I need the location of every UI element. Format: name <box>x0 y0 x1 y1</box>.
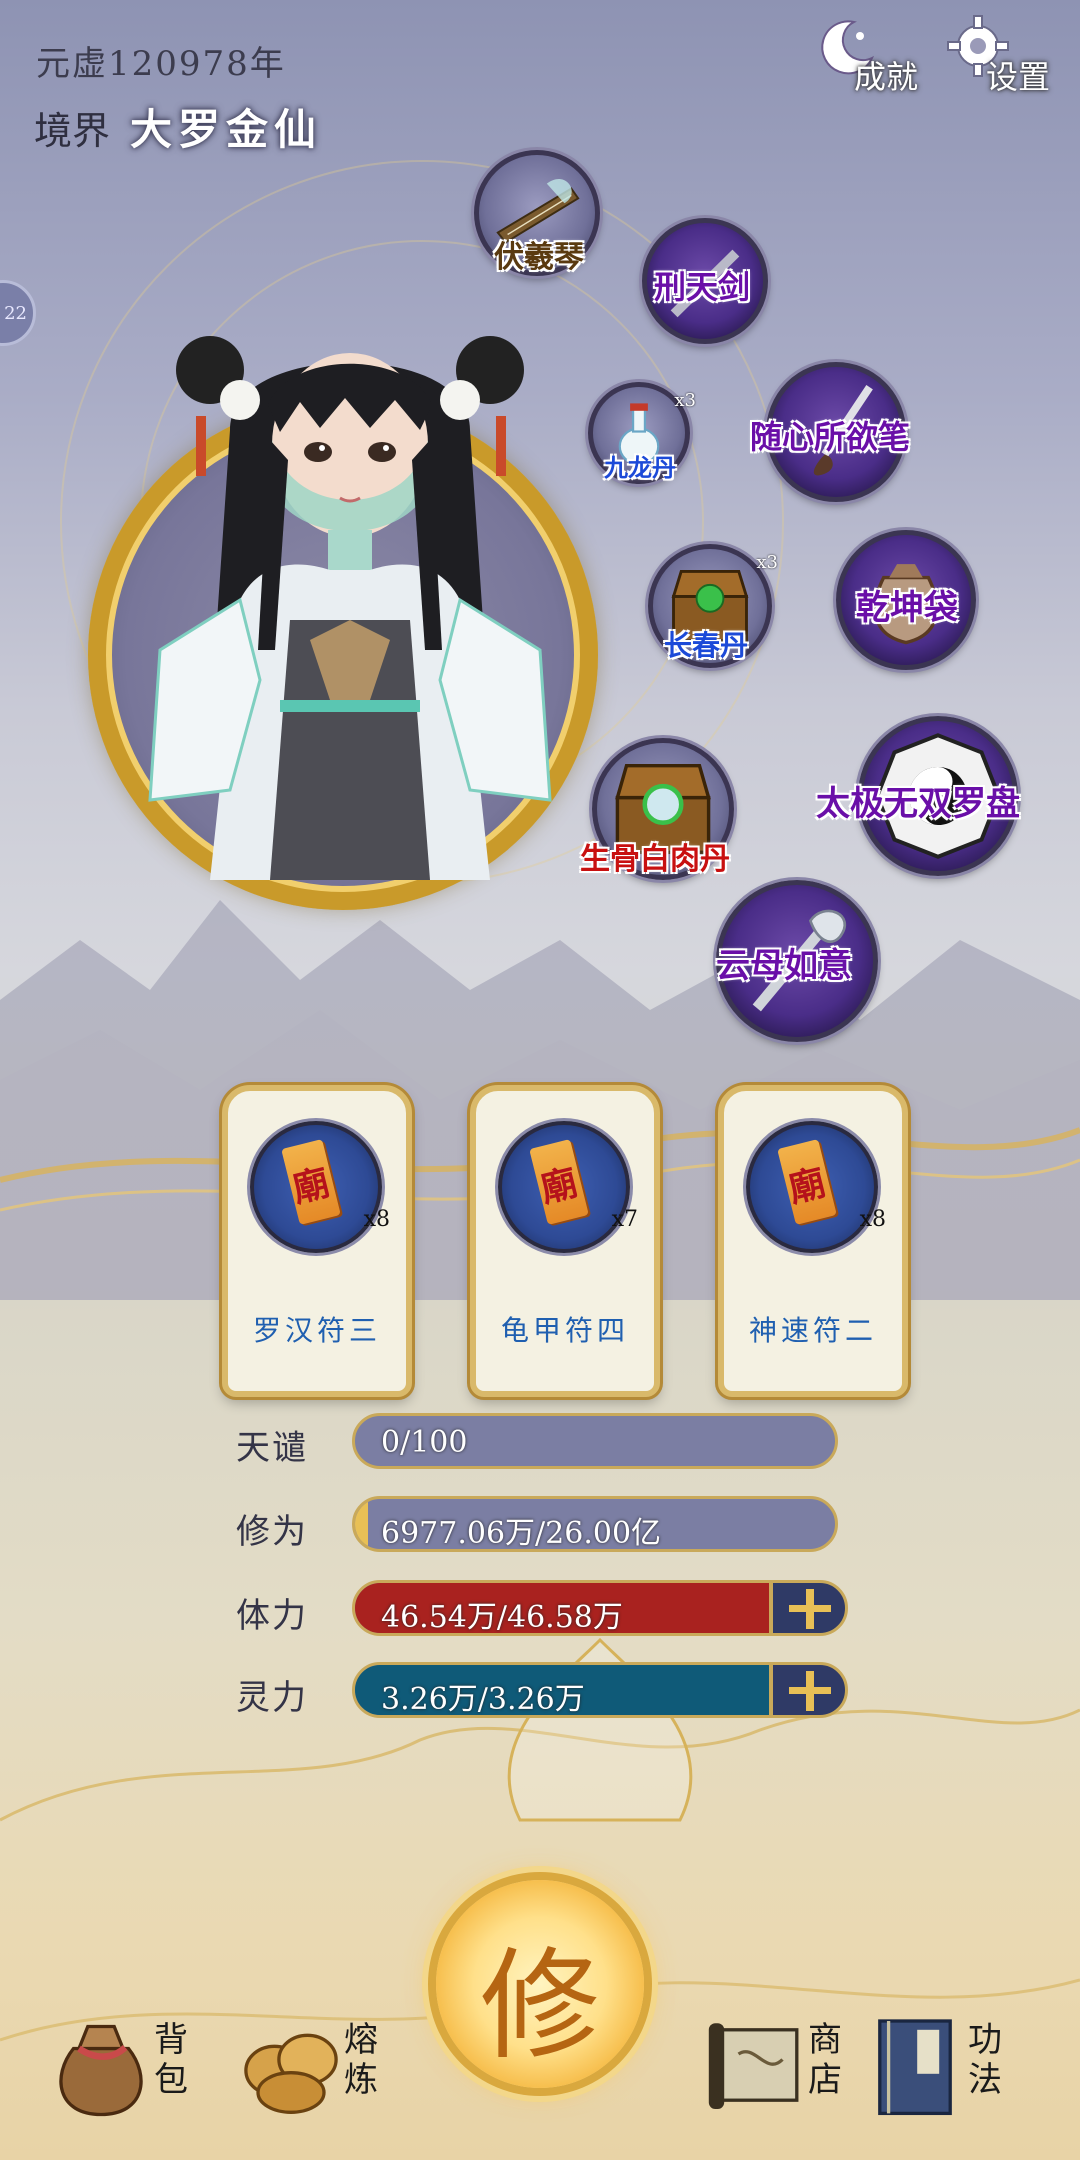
talisman-qty: x8 <box>859 1207 886 1232</box>
shop-nav-button[interactable]: 商店 <box>700 2000 870 2120</box>
item-fuxi-qin[interactable]: 伏羲琴 <box>474 150 600 276</box>
item-qty: x3 <box>674 390 696 411</box>
stat-label-stamina: 体力 <box>236 1596 308 1636</box>
side-level-badge[interactable]: 22 <box>0 280 36 346</box>
item-taiji-compass[interactable]: 太极无双罗盘 <box>816 716 1020 876</box>
stat-label-heaven-punishment: 天谴 <box>236 1428 308 1468</box>
talisman-name: 龟甲符四 <box>500 1314 629 1347</box>
stat-value: 3.26万/3.26万 <box>381 1682 585 1717</box>
book-icon <box>878 2019 952 2116</box>
item-changchun-dan[interactable]: x3 长春丹 <box>648 544 778 668</box>
cultivation-bar: 6977.06万/26.00亿 <box>352 1496 838 1552</box>
item-shenggu-dan[interactable]: 生骨白肉丹 <box>580 738 734 880</box>
settings-button[interactable]: 设置 <box>946 14 1066 96</box>
bag-icon <box>59 2024 143 2117</box>
bag-label: 背包 <box>154 2020 188 2100</box>
settings-label: 设置 <box>986 58 1051 96</box>
stat-value: 6977.06万/26.00亿 <box>381 1516 662 1551</box>
item-name: 生骨白肉丹 <box>580 842 730 877</box>
stat-value: 46.54万/46.58万 <box>381 1600 623 1635</box>
item-xingtian-sword[interactable]: 刑天剑 <box>642 218 768 344</box>
talisman-card[interactable]: x8 罗汉符三 <box>222 1085 412 1397</box>
heaven-punishment-bar: 0/100 <box>352 1413 838 1469</box>
stamina-bar: 46.54万/46.58万 <box>352 1580 772 1636</box>
shop-label: 商店 <box>808 2020 842 2100</box>
add-stamina-button[interactable] <box>770 1580 848 1636</box>
item-name: 刑天剑 <box>654 268 751 306</box>
stat-label-spirit: 灵力 <box>236 1678 308 1718</box>
item-name: 云母如意 <box>716 946 852 986</box>
item-name: 伏羲琴 <box>494 240 584 275</box>
cultivate-button[interactable]: 修 <box>436 1880 644 2088</box>
bag-nav-button[interactable]: 背包 <box>46 2000 216 2120</box>
scroll-map-icon <box>708 2023 799 2109</box>
skills-nav-button[interactable]: 功法 <box>860 2000 1030 2120</box>
item-suixin-brush[interactable]: 随心所欲笔 <box>750 362 910 502</box>
item-name: 太极无双罗盘 <box>816 784 1020 824</box>
realm-label: 境界 <box>34 109 111 153</box>
item-qiankun-bag[interactable]: 乾坤袋 <box>836 530 976 670</box>
talisman-qty: x7 <box>611 1207 638 1232</box>
stat-label-cultivation: 修为 <box>236 1512 308 1552</box>
avatar-character <box>148 336 552 880</box>
ingots-icon <box>244 2033 338 2114</box>
realm-value: 大罗金仙 <box>130 105 323 154</box>
item-yunmu-ruyi[interactable]: 云母如意 <box>716 880 878 1042</box>
item-name: 随心所欲笔 <box>750 418 911 456</box>
cultivate-label: 修 <box>480 1937 600 2076</box>
stat-value: 0/100 <box>381 1425 468 1460</box>
item-name: 九龙丹 <box>604 453 676 482</box>
talisman-qty: x8 <box>363 1207 390 1232</box>
achievements-button[interactable]: 成就 <box>814 14 934 96</box>
talisman-card[interactable]: x8 神速符二 <box>718 1085 908 1397</box>
smelt-label: 熔炼 <box>344 2020 378 2100</box>
spirit-bar: 3.26万/3.26万 <box>352 1662 772 1718</box>
add-spirit-button[interactable] <box>770 1662 848 1718</box>
talisman-name: 神速符二 <box>748 1314 877 1347</box>
talisman-card[interactable]: x7 龟甲符四 <box>470 1085 660 1397</box>
smelt-nav-button[interactable]: 熔炼 <box>236 2000 406 2120</box>
world-year: 元虚120978年 <box>36 44 286 84</box>
item-jiulong-dan[interactable]: x3 九龙丹 <box>588 382 696 484</box>
item-qty: x3 <box>756 552 778 573</box>
achievements-label: 成就 <box>854 58 919 96</box>
talisman-name: 罗汉符三 <box>252 1314 381 1347</box>
item-name: 乾坤袋 <box>856 588 958 628</box>
skills-label: 功法 <box>968 2020 1002 2100</box>
item-name: 长春丹 <box>664 629 749 662</box>
